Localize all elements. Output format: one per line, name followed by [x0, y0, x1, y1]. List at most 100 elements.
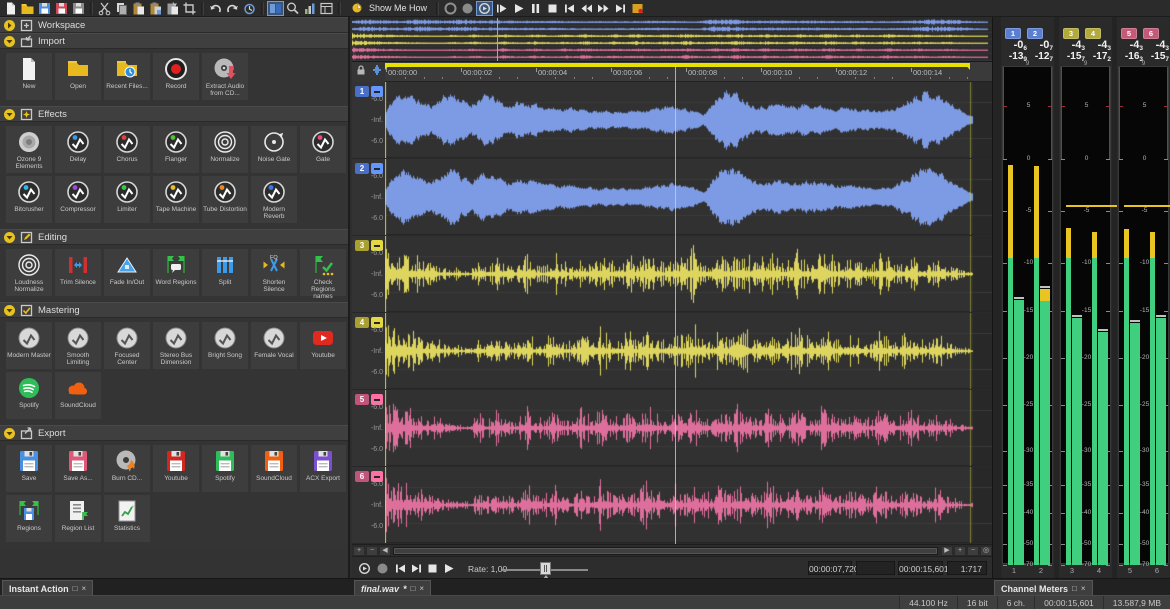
tile-acx-export[interactable]: ACX Export: [300, 445, 346, 492]
section-header-effects[interactable]: Effects: [0, 106, 348, 122]
record-button[interactable]: [375, 561, 390, 575]
zoom-ratio-field[interactable]: 1:717: [947, 561, 987, 575]
tile-focused-center[interactable]: Focused Center: [104, 322, 150, 369]
rate-slider-thumb[interactable]: [540, 562, 551, 575]
section-header-editing[interactable]: Editing: [0, 229, 348, 245]
tile-smooth-limiting[interactable]: Smooth Limiting: [55, 322, 101, 369]
meter-channel-badge-4[interactable]: 4: [1085, 28, 1101, 39]
tile-tube-distortion[interactable]: Tube Distortion: [202, 176, 248, 223]
tile-normalize[interactable]: Normalize: [202, 126, 248, 173]
chevron-down-icon[interactable]: [4, 305, 15, 316]
rec-cd-icon[interactable]: [442, 1, 459, 16]
tile-stereo-bus-dimension[interactable]: Stereo Bus Dimension: [153, 322, 199, 369]
tile-new[interactable]: New: [6, 53, 52, 100]
tile-statistics[interactable]: Statistics: [104, 495, 150, 542]
chevron-down-icon[interactable]: [4, 232, 15, 243]
waveform-canvas-1[interactable]: [385, 82, 992, 158]
scrollbar-thumb[interactable]: [394, 548, 937, 554]
tile-spotify[interactable]: Spotify: [6, 372, 52, 419]
tile-region-list[interactable]: Region List: [55, 495, 101, 542]
tile-youtube[interactable]: Youtube: [300, 322, 346, 369]
file-overview-strip[interactable]: [352, 17, 992, 62]
section-header-import[interactable]: Import: [0, 33, 348, 49]
meter-channel-badge-2[interactable]: 2: [1027, 28, 1043, 39]
zoom-tool-icon[interactable]: [284, 1, 301, 16]
tile-flanger[interactable]: Flanger: [153, 126, 199, 173]
tile-tape-machine[interactable]: Tape Machine: [153, 176, 199, 223]
channel-number-badge[interactable]: 1: [355, 86, 369, 97]
float-window-icon[interactable]: □: [411, 584, 416, 593]
section-header-mastering[interactable]: Mastering: [0, 302, 348, 318]
trim-icon[interactable]: [181, 1, 198, 16]
show-me-how-button[interactable]: Show Me How: [344, 1, 433, 16]
go-end-icon[interactable]: [612, 1, 629, 16]
channel-number-badge[interactable]: 3: [355, 240, 369, 251]
lock-icon[interactable]: [355, 63, 367, 81]
section-header-export[interactable]: Export: [0, 425, 348, 441]
cut-icon[interactable]: [96, 1, 113, 16]
tile-record[interactable]: Record: [153, 53, 199, 100]
selection-length-field[interactable]: [856, 561, 895, 575]
channel-converter-icon[interactable]: [267, 1, 284, 16]
zoom-in-button[interactable]: +: [353, 546, 365, 556]
zoom-in-time-button[interactable]: +: [954, 546, 966, 556]
tile-noise-gate[interactable]: Noise Gate: [251, 126, 297, 173]
paste-new-icon[interactable]: [164, 1, 181, 16]
zoom-fit-button[interactable]: ◎: [980, 546, 992, 556]
tab-channel-meters[interactable]: Channel Meters □ ×: [994, 580, 1093, 596]
tile-female-vocal[interactable]: Female Vocal: [251, 322, 297, 369]
play-icon[interactable]: [510, 1, 527, 16]
timeline-ruler[interactable]: 00:00:0000:00:0200:00:0400:00:0600:00:08…: [352, 62, 992, 82]
close-icon[interactable]: ×: [82, 584, 87, 593]
save-icon[interactable]: [36, 1, 53, 16]
total-length-field[interactable]: 00:00:15,601: [898, 561, 943, 575]
tile-ozone-9-elements[interactable]: Ozone 9 Elements: [6, 126, 52, 173]
waveform-canvas-3[interactable]: [385, 236, 992, 312]
horizontal-scrollbar[interactable]: + − ◀ ▶ + − ◎: [352, 544, 992, 556]
tile-soundcloud[interactable]: SoundCloud: [251, 445, 297, 492]
scrollbar-track[interactable]: [393, 547, 938, 555]
tile-soundcloud[interactable]: SoundCloud: [55, 372, 101, 419]
tile-bitcrusher[interactable]: Bitcrusher: [6, 176, 52, 223]
paste-icon[interactable]: [130, 1, 147, 16]
meter-channel-badge-3[interactable]: 3: [1063, 28, 1079, 39]
tile-extract-audio-from-cd[interactable]: Extract Audio from CD...: [202, 53, 248, 100]
cursor-position-field[interactable]: 00:00:07,720: [808, 561, 852, 575]
chevron-down-icon[interactable]: [4, 109, 15, 120]
tile-delay[interactable]: Delay: [55, 126, 101, 173]
time-ruler[interactable]: 00:00:0000:00:0200:00:0400:00:0600:00:08…: [385, 62, 992, 82]
tile-fade-in-out[interactable]: Fade In/Out: [104, 249, 150, 296]
tile-split[interactable]: Split: [202, 249, 248, 296]
tile-modern-reverb[interactable]: Modern Reverb: [251, 176, 297, 223]
tile-recent-files[interactable]: Recent Files...: [104, 53, 150, 100]
tile-word-regions[interactable]: Word Regions: [153, 249, 199, 296]
tile-limiter[interactable]: Limiter: [104, 176, 150, 223]
redo-icon[interactable]: [224, 1, 241, 16]
close-icon[interactable]: ×: [1081, 584, 1086, 593]
tile-gate[interactable]: Gate: [300, 126, 346, 173]
loop-playback-button[interactable]: [357, 561, 372, 575]
chevron-right-icon[interactable]: [4, 20, 15, 31]
edit-cursor-icon[interactable]: [370, 63, 384, 81]
close-icon[interactable]: ×: [419, 584, 424, 593]
waveform-canvas-2[interactable]: [385, 159, 992, 235]
paste-special-icon[interactable]: [147, 1, 164, 16]
chevron-down-icon[interactable]: [4, 428, 15, 439]
statistics-icon[interactable]: [301, 1, 318, 16]
rewind-icon[interactable]: [578, 1, 595, 16]
tile-youtube[interactable]: Youtube: [153, 445, 199, 492]
meter-channel-badge-6[interactable]: 6: [1143, 28, 1159, 39]
save-all-icon[interactable]: [70, 1, 87, 16]
record-meta-icon[interactable]: [629, 1, 646, 16]
channel-number-badge[interactable]: 6: [355, 471, 369, 482]
save-as-icon[interactable]: [53, 1, 70, 16]
tile-compressor[interactable]: Compressor: [55, 176, 101, 223]
tile-check-regions-names[interactable]: Check Regions names: [300, 249, 346, 296]
channel-number-badge[interactable]: 4: [355, 317, 369, 328]
channel-number-badge[interactable]: 5: [355, 394, 369, 405]
play-all-icon[interactable]: [493, 1, 510, 16]
tab-instant-action[interactable]: Instant Action □ ×: [2, 580, 93, 596]
playhead-cursor[interactable]: [675, 63, 676, 544]
tile-save[interactable]: Save: [6, 445, 52, 492]
waveform-canvas-4[interactable]: [385, 313, 992, 389]
